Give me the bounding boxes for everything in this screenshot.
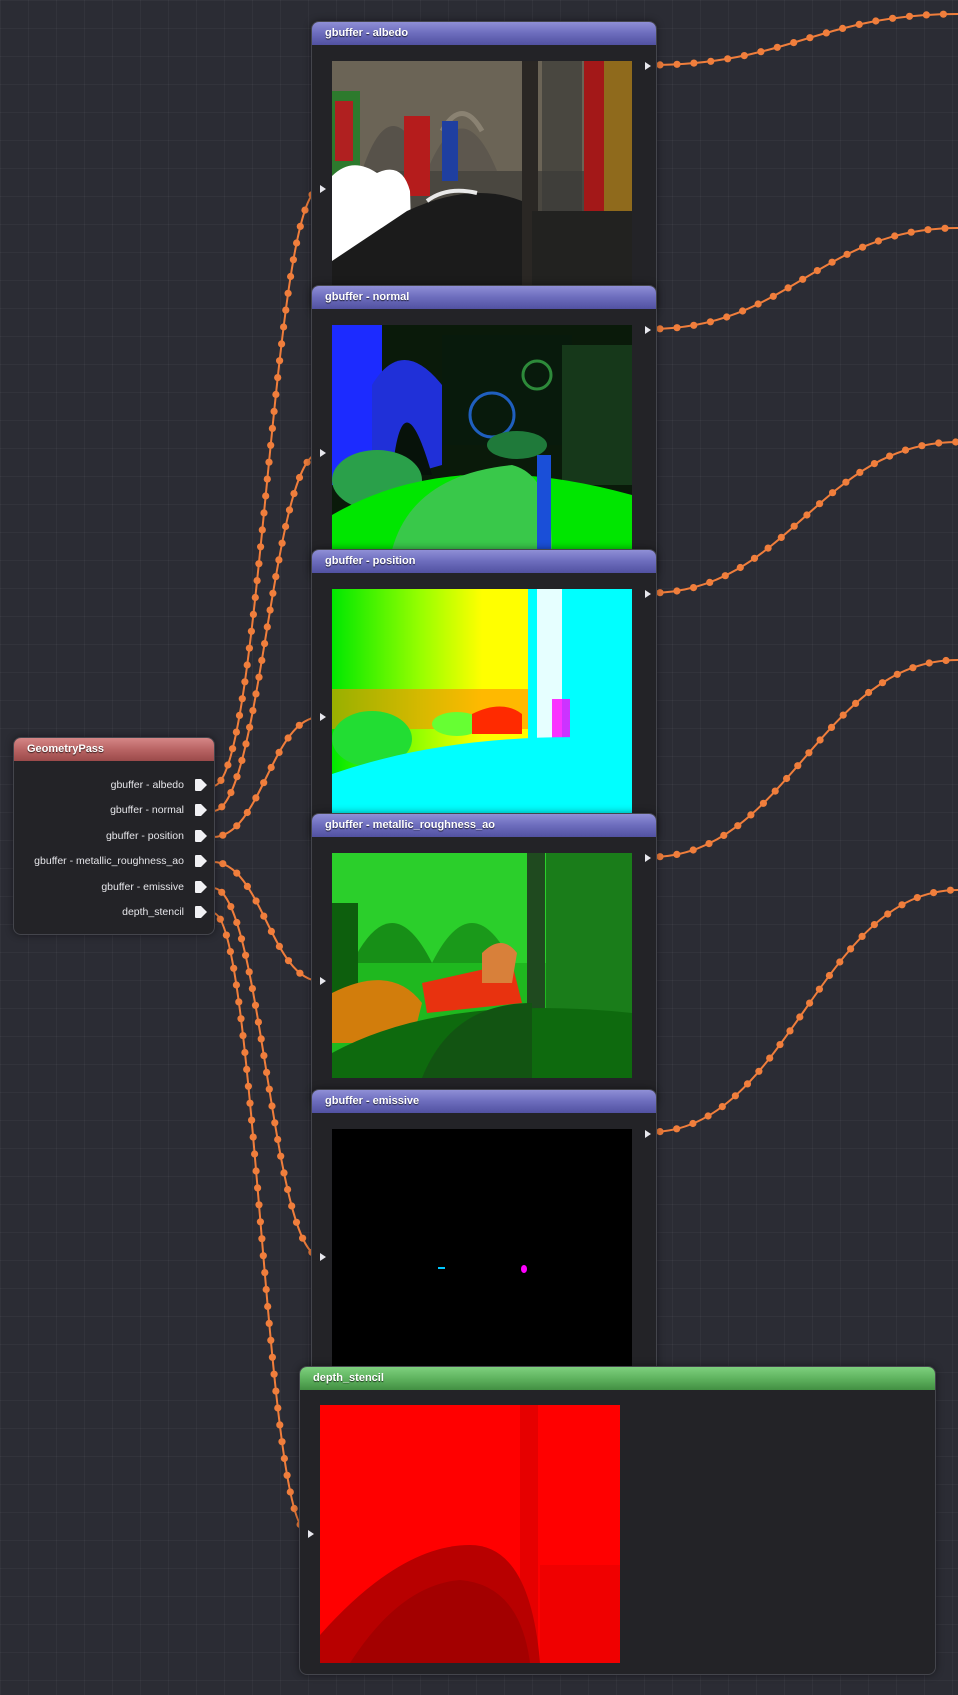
depth-stencil-input-port[interactable] (308, 1530, 314, 1538)
normal-input-port[interactable] (320, 449, 326, 457)
depth-stencil-preview-image (320, 1405, 620, 1663)
output-label-position: gbuffer - position (105, 830, 184, 842)
wire-normal-in (212, 452, 321, 812)
metallic-roughness-ao-output-port[interactable] (645, 854, 651, 862)
output-port-albedo[interactable] (195, 779, 207, 791)
normal-preview-image (332, 325, 632, 550)
output-label-metallic-roughness-ao: gbuffer - metallic_roughness_ao (34, 855, 184, 867)
position-preview-image (332, 589, 632, 814)
metallic-roughness-ao-input-port[interactable] (320, 977, 326, 985)
albedo-input-port[interactable] (320, 185, 326, 193)
emissive-preview-title[interactable]: gbuffer - emissive (312, 1090, 656, 1113)
wire-normal-out (649, 224, 958, 333)
position-input-port[interactable] (320, 713, 326, 721)
position-output-port[interactable] (645, 590, 651, 598)
metallic-roughness-ao-preview-image (332, 853, 632, 1078)
metallic-roughness-ao-preview-node[interactable]: gbuffer - metallic_roughness_ao (311, 813, 657, 1105)
output-port-normal[interactable] (195, 804, 207, 816)
output-label-emissive: gbuffer - emissive (101, 881, 184, 893)
wire-mra-in (212, 860, 321, 985)
output-port-metallic-roughness-ao[interactable] (195, 855, 207, 867)
wire-position-out (649, 438, 958, 597)
wire-emissive-in (212, 887, 321, 1257)
depth-stencil-preview-node[interactable]: depth_stencil (299, 1366, 936, 1675)
normal-preview-node[interactable]: gbuffer - normal (311, 285, 657, 577)
output-port-emissive[interactable] (195, 881, 207, 893)
albedo-preview-title[interactable]: gbuffer - albedo (312, 22, 656, 45)
output-port-depth-stencil[interactable] (195, 906, 207, 918)
normal-output-port[interactable] (645, 326, 651, 334)
albedo-output-port[interactable] (645, 62, 651, 70)
emissive-output-port[interactable] (645, 1130, 651, 1138)
emissive-preview-node[interactable]: gbuffer - emissive (311, 1089, 657, 1399)
emissive-input-port[interactable] (320, 1253, 326, 1261)
output-label-albedo: gbuffer - albedo (110, 779, 184, 791)
wire-depth-in (212, 912, 309, 1533)
output-label-depth-stencil: depth_stencil (122, 906, 184, 918)
position-preview-node[interactable]: gbuffer - position (311, 549, 657, 841)
geometry-pass-node[interactable]: GeometryPass gbuffer - albedo gbuffer - … (13, 737, 215, 935)
wire-albedo-in (212, 188, 321, 787)
output-port-position[interactable] (195, 830, 207, 842)
wire-albedo-out (649, 10, 958, 69)
wire-position-in (212, 714, 321, 839)
position-preview-title[interactable]: gbuffer - position (312, 550, 656, 573)
output-label-normal: gbuffer - normal (110, 804, 184, 816)
wire-emissive-out (649, 886, 958, 1136)
geometry-pass-title[interactable]: GeometryPass (14, 738, 214, 761)
albedo-preview-node[interactable]: gbuffer - albedo (311, 21, 657, 313)
metallic-roughness-ao-preview-title[interactable]: gbuffer - metallic_roughness_ao (312, 814, 656, 837)
albedo-preview-image (332, 61, 632, 286)
wire-mra-out (649, 656, 958, 861)
normal-preview-title[interactable]: gbuffer - normal (312, 286, 656, 309)
depth-stencil-preview-title[interactable]: depth_stencil (300, 1367, 935, 1390)
emissive-preview-image (332, 1129, 632, 1367)
